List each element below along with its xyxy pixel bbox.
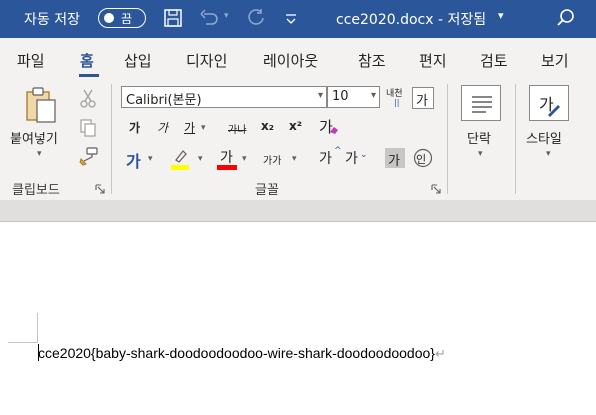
phonetic-button[interactable]: 가 [412,87,434,109]
highlight-color-icon[interactable] [170,148,190,170]
ribbon-tabs: 파일 홈 삽입 디자인 레이아웃 참조 편지 검토 보기 [0,38,596,78]
bold-button[interactable]: 가 [129,119,140,136]
paste-dropdown-icon[interactable]: ▾ [37,149,42,159]
tab-view[interactable]: 보기 [541,50,569,71]
group-separator [515,84,516,194]
styles-button[interactable]: 가 [529,85,569,121]
margin-guide-vertical [37,313,38,343]
char-shading-label: 가 [388,154,400,169]
cut-icon[interactable] [79,88,97,108]
clipboard-launcher-icon[interactable] [95,184,105,194]
document-canvas[interactable]: cce2020{baby-shark-doodoodoodoo-wire-sha… [0,223,596,415]
tab-layout[interactable]: 레이아웃 [263,50,318,71]
tab-file[interactable]: 파일 [17,50,45,71]
font-launcher-icon[interactable] [431,184,441,194]
phonetic-guide-icon[interactable]: || [394,98,399,107]
font-size-value: 10 [332,89,349,104]
paste-label[interactable]: 붙여넣기 [10,128,58,147]
superscript-button[interactable]: x² [289,119,302,133]
strikethrough-button[interactable]: 가나 [228,121,246,136]
clipboard-group-label: 클립보드 [12,183,60,198]
styles-brush-icon [548,105,560,117]
autosave-state: 끔 [121,12,133,26]
title-bar: 자동 저장 끔 ▾ cce2020.docx - 저장됨 ▾ [0,0,596,38]
autosave-label: 자동 저장 [24,12,80,28]
highlight-dropdown-icon[interactable]: ▾ [198,154,203,164]
save-icon[interactable] [163,8,183,28]
undo-icon[interactable] [198,8,220,28]
underline-button[interactable]: 가 [184,119,195,136]
text-effects-button[interactable]: 가 [126,148,141,172]
tab-insert[interactable]: 삽입 [124,50,152,71]
font-group-label: 글꼴 [255,183,279,198]
font-color-swatch [217,165,237,170]
tab-design[interactable]: 디자인 [186,50,227,71]
toggle-knob [104,13,114,23]
char-size-dropdown-icon[interactable]: ▾ [292,154,297,164]
active-tab-indicator [79,74,99,77]
font-color-button[interactable]: 가 [220,147,233,167]
customize-quick-access-icon[interactable] [284,13,298,25]
text-effects-dropdown-icon[interactable]: ▾ [148,154,153,164]
redo-icon[interactable] [245,8,267,28]
paragraph-label[interactable]: 단락 [467,128,491,147]
ribbon: 붙여넣기 ▾ 클립보드 Calibri(본문) ▾ 10 ▾ 내천 || 가 가… [0,78,596,200]
eraser-icon [330,127,338,134]
document-title[interactable]: cce2020.docx - 저장됨 [336,9,486,29]
styles-dropdown-icon[interactable]: ▾ [546,149,551,159]
autosave-toggle[interactable]: 끔 [98,8,146,28]
document-text[interactable]: cce2020{baby-shark-doodoodoodoo-wire-sha… [38,345,435,361]
copy-icon[interactable] [79,118,97,138]
font-name-combo[interactable]: Calibri(본문) ▾ [121,86,327,108]
group-separator [111,84,112,194]
char-size-button[interactable]: 가가 [263,152,281,167]
font-color-dropdown-icon[interactable]: ▾ [242,154,247,164]
styles-label[interactable]: 스타일 [526,128,562,147]
margin-guide-horizontal [8,342,38,343]
change-case-down-icon: ⌄ [360,150,368,160]
font-name-dropdown-icon[interactable]: ▾ [318,90,323,101]
font-size-combo[interactable]: 10 ▾ [327,86,380,108]
italic-button[interactable]: 가 [157,119,168,136]
paste-icon[interactable] [24,86,58,124]
underline-dropdown-icon[interactable]: ▾ [201,123,206,133]
paragraph-mark-icon: ↵ [434,346,446,361]
format-painter-icon[interactable] [79,146,99,166]
paragraph-button[interactable] [461,85,501,121]
search-icon[interactable] [556,8,576,28]
tab-home[interactable]: 홈 [80,50,94,71]
change-case-button[interactable]: 가 [319,148,332,168]
tab-references[interactable]: 참조 [358,50,386,71]
char-shading-button[interactable]: 가 [385,148,405,169]
font-size-dropdown-icon[interactable]: ▾ [371,90,376,101]
paragraph-dropdown-icon[interactable]: ▾ [478,149,483,159]
group-separator [447,84,448,194]
change-case-alt-button[interactable]: 가 [345,148,358,168]
font-name-value: Calibri(본문) [126,93,202,108]
document-paragraph[interactable]: cce2020{baby-shark-doodoodoodoo-wire-sha… [38,345,446,362]
change-case-up-icon: ^ [334,146,342,156]
enclosed-character-label: 인 [416,153,427,166]
paragraph-icon [472,96,492,113]
title-caret-icon[interactable]: ▾ [498,9,504,22]
tab-review[interactable]: 검토 [480,50,508,71]
phonetic-label: 가 [416,94,428,109]
subscript-button[interactable]: x₂ [261,119,274,133]
tab-mailings[interactable]: 편지 [419,50,447,71]
ruler-band [0,200,596,222]
undo-dropdown-icon[interactable]: ▾ [224,11,229,21]
